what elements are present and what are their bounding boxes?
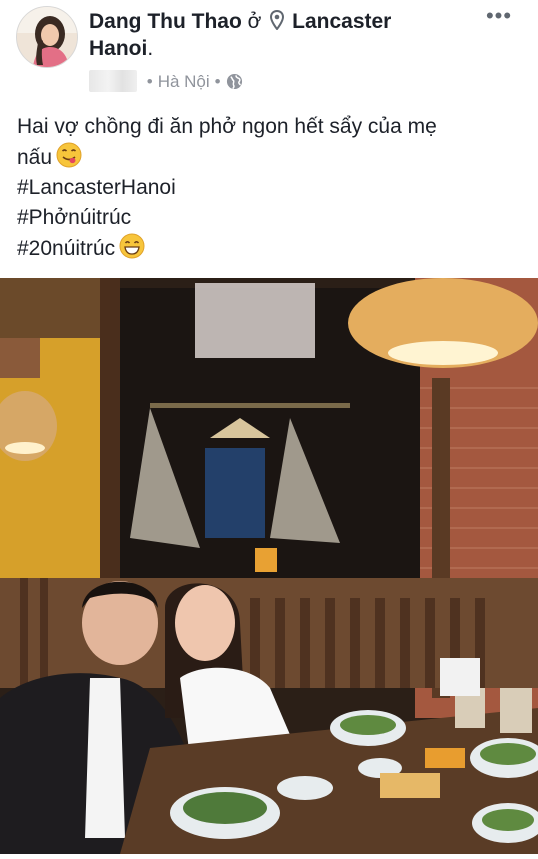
place-suffix: . [147, 37, 154, 60]
author-line: Dang Thu Thao ở Lancaster Hanoi. [89, 8, 469, 62]
post-header: Dang Thu Thao ở Lancaster Hanoi. ••• • Hà … [0, 0, 538, 100]
author-avatar[interactable] [16, 6, 78, 68]
globe-icon[interactable] [226, 73, 243, 90]
location-pin-icon [270, 10, 285, 30]
hashtag-phonuitruc[interactable]: #Phởnúitrúc [17, 203, 522, 233]
blurred-timestamp [89, 70, 137, 92]
location-connector: ở [247, 10, 262, 33]
post-text-line-5: #20núitrúc [17, 233, 522, 264]
post-photo[interactable] [0, 278, 538, 854]
hashtag-lancasterhanoi[interactable]: #LancasterHanoi [17, 173, 522, 203]
place-name-line1: Lancaster [292, 10, 392, 33]
hashtag-20nuitruc[interactable]: #20núitrúc [17, 237, 115, 260]
post-text-line-1: Hai vợ chồng đi ăn phở ngon hết sẩy của … [17, 115, 437, 138]
blurred-sign [195, 283, 315, 358]
meta-separator: • [146, 72, 153, 91]
meta-separator-2: • [214, 72, 221, 91]
more-options-icon: ••• [485, 3, 513, 28]
post-meta: • Hà Nội • [89, 70, 243, 92]
post-text: Hai vợ chồng đi ăn phở ngon hết sẩy của … [17, 112, 522, 264]
author-name[interactable]: Dang Thu Thao [89, 10, 242, 33]
post-text-line-2: nấu [17, 142, 522, 173]
grinning-smiling-eyes-emoji [119, 233, 145, 259]
face-savoring-food-emoji [56, 142, 82, 168]
restaurant-photo [0, 278, 538, 854]
post-location[interactable]: Hà Nội [158, 72, 210, 91]
post-text-line-2-text: nấu [17, 146, 53, 169]
avatar-image [17, 7, 77, 67]
more-options-button[interactable]: ••• [484, 5, 514, 32]
place-name-line2: Hanoi [89, 37, 148, 60]
